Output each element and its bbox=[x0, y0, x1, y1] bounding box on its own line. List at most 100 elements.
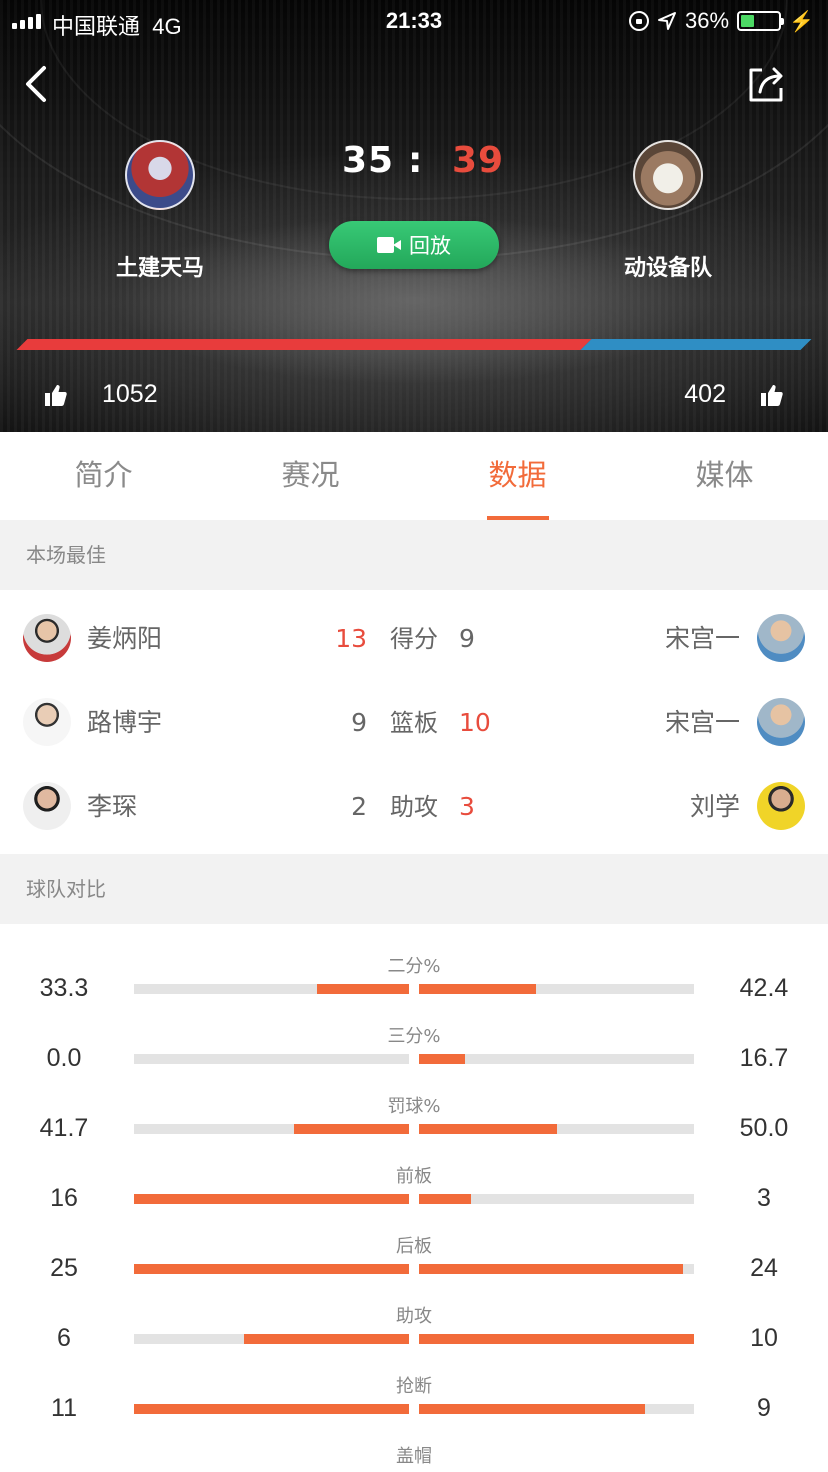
compare-label: 后板 bbox=[396, 1236, 432, 1257]
home-compare-bar bbox=[134, 1404, 409, 1414]
away-stat-value: 3 bbox=[459, 792, 475, 821]
away-compare-value: 24 bbox=[750, 1254, 778, 1282]
away-player-name[interactable]: 刘学 bbox=[690, 765, 740, 849]
away-team[interactable]: 动设备队 bbox=[568, 140, 768, 282]
home-player-name[interactable]: 李琛 bbox=[87, 765, 137, 849]
home-compare-value: 6 bbox=[57, 1324, 71, 1352]
home-compare-bar bbox=[134, 1264, 409, 1274]
compare-row: 盖帽 bbox=[0, 1447, 828, 1472]
charging-icon: ⚡ bbox=[789, 10, 814, 33]
compare-label: 三分% bbox=[387, 1026, 441, 1047]
compare-label: 二分% bbox=[387, 956, 441, 977]
home-compare-fill bbox=[294, 1124, 409, 1134]
home-compare-value: 25 bbox=[50, 1254, 78, 1282]
away-compare-fill bbox=[419, 1054, 465, 1064]
away-compare-bar bbox=[419, 1404, 694, 1414]
home-compare-bar bbox=[134, 1194, 409, 1204]
away-support-fill bbox=[580, 339, 812, 350]
compare-label: 前板 bbox=[396, 1166, 432, 1187]
stat-label: 得分 bbox=[390, 625, 438, 653]
compare-row: 抢断 11 9 bbox=[0, 1377, 828, 1447]
away-compare-fill bbox=[419, 1264, 683, 1274]
away-compare-fill bbox=[419, 1194, 472, 1204]
away-score: 39 bbox=[452, 140, 505, 181]
away-compare-fill bbox=[419, 1124, 557, 1134]
compare-label: 盖帽 bbox=[396, 1446, 432, 1467]
avatar[interactable] bbox=[757, 614, 805, 662]
home-compare-value: 41.7 bbox=[39, 1114, 89, 1142]
back-icon[interactable] bbox=[18, 62, 58, 106]
thumbs-up-icon bbox=[761, 384, 783, 406]
away-compare-bar bbox=[419, 1124, 694, 1134]
thumbs-up-icon bbox=[45, 384, 67, 406]
away-compare-bar bbox=[419, 1334, 694, 1344]
compare-row: 罚球% 41.7 50.0 bbox=[0, 1097, 828, 1167]
tab-stats[interactable]: 数据 bbox=[414, 432, 621, 520]
home-like[interactable]: 1052 bbox=[44, 380, 158, 409]
tab-live[interactable]: 赛况 bbox=[207, 432, 414, 520]
home-player-name[interactable]: 姜炳阳 bbox=[87, 597, 162, 681]
battery-icon bbox=[737, 11, 785, 31]
away-stat-value: 10 bbox=[459, 708, 491, 737]
away-like[interactable]: 402 bbox=[684, 380, 784, 409]
home-compare-fill bbox=[244, 1334, 409, 1344]
away-like-count: 402 bbox=[684, 380, 726, 408]
avatar[interactable] bbox=[23, 698, 71, 746]
away-team-name: 动设备队 bbox=[623, 256, 712, 281]
compare-row: 三分% 0.0 16.7 bbox=[0, 1027, 828, 1097]
replay-button[interactable]: 回放 bbox=[329, 221, 499, 269]
battery-percent: 36% bbox=[685, 8, 730, 33]
stat-label: 助攻 bbox=[390, 793, 438, 821]
home-compare-bar bbox=[134, 1054, 409, 1064]
home-team-name: 土建天马 bbox=[115, 256, 204, 281]
tab-media[interactable]: 媒体 bbox=[621, 432, 828, 520]
status-bar: 中国联通 4G 21:33 36% ⚡ bbox=[0, 0, 828, 42]
section-title-compare: 球队对比 bbox=[0, 854, 828, 924]
compare-label: 助攻 bbox=[396, 1306, 432, 1327]
away-player-name[interactable]: 宋宫一 bbox=[665, 597, 740, 681]
avatar[interactable] bbox=[757, 782, 805, 830]
match-header: 中国联通 4G 21:33 36% ⚡ 土建天马 动设备队 35 : 39 回放… bbox=[0, 0, 828, 432]
away-compare-bar bbox=[419, 1054, 694, 1064]
away-compare-fill bbox=[419, 1334, 694, 1344]
compare-label: 罚球% bbox=[387, 1096, 441, 1117]
home-compare-fill bbox=[317, 984, 409, 994]
home-score: 35 bbox=[342, 140, 395, 181]
away-compare-value: 3 bbox=[757, 1184, 771, 1212]
section-title-best: 本场最佳 bbox=[0, 520, 828, 590]
home-compare-fill bbox=[134, 1404, 409, 1414]
replay-label: 回放 bbox=[409, 234, 451, 258]
away-compare-fill bbox=[419, 1404, 645, 1414]
home-player-name[interactable]: 路博宇 bbox=[87, 681, 162, 765]
home-like-count: 1052 bbox=[102, 380, 158, 408]
compare-row: 前板 16 3 bbox=[0, 1167, 828, 1237]
tab-bar: 简介 赛况 数据 媒体 bbox=[0, 432, 828, 520]
avatar[interactable] bbox=[23, 614, 71, 662]
away-compare-bar bbox=[419, 1194, 694, 1204]
home-compare-fill bbox=[134, 1194, 409, 1204]
video-camera-icon bbox=[377, 237, 401, 253]
avatar[interactable] bbox=[757, 698, 805, 746]
away-compare-value: 9 bbox=[757, 1394, 771, 1422]
share-icon[interactable] bbox=[746, 64, 786, 104]
away-compare-value: 50.0 bbox=[739, 1114, 789, 1142]
away-compare-fill bbox=[419, 984, 536, 994]
avatar[interactable] bbox=[23, 782, 71, 830]
compare-row: 二分% 33.3 42.4 bbox=[0, 957, 828, 1027]
away-stat-value: 9 bbox=[459, 624, 475, 653]
best-row-rebounds: 路博宇 9 篮板 10 宋宫一 bbox=[0, 681, 828, 765]
home-compare-value: 11 bbox=[51, 1394, 77, 1422]
tab-intro[interactable]: 简介 bbox=[0, 432, 207, 520]
location-arrow-icon bbox=[658, 12, 677, 30]
away-player-name[interactable]: 宋宫一 bbox=[665, 681, 740, 765]
home-team[interactable]: 土建天马 bbox=[60, 140, 260, 282]
compare-row: 后板 25 24 bbox=[0, 1237, 828, 1307]
home-team-logo bbox=[125, 140, 195, 210]
home-stat-value: 2 bbox=[351, 792, 367, 821]
home-compare-bar bbox=[134, 1124, 409, 1134]
best-row-assists: 李琛 2 助攻 3 刘学 bbox=[0, 765, 828, 849]
status-right: 36% ⚡ bbox=[629, 8, 814, 34]
away-compare-value: 16.7 bbox=[739, 1044, 789, 1072]
away-compare-value: 42.4 bbox=[739, 974, 789, 1002]
home-compare-value: 16 bbox=[50, 1184, 78, 1212]
